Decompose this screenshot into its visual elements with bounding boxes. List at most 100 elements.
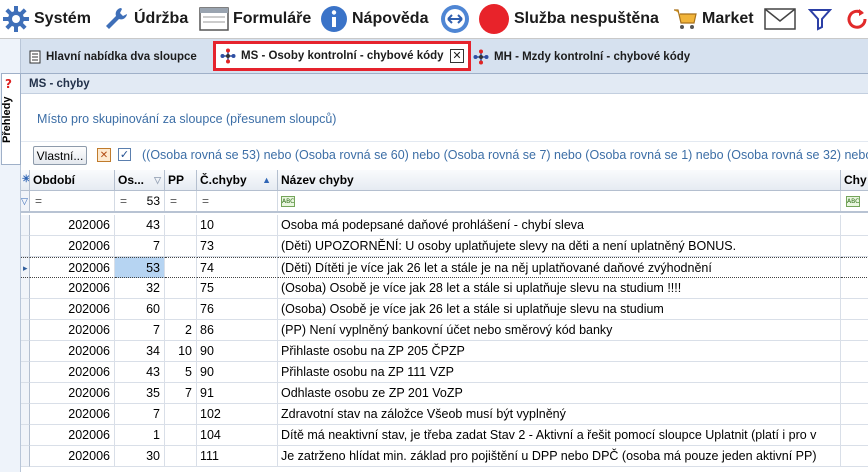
column-header-name[interactable]: Název chyby — [278, 170, 841, 191]
menu-formulare[interactable]: Formuláře — [199, 0, 311, 38]
menu-market[interactable]: Market — [672, 0, 754, 38]
cell-person[interactable]: 43 — [115, 215, 165, 236]
cell-person[interactable]: 32 — [115, 278, 165, 299]
cell-person[interactable]: 34 — [115, 341, 165, 362]
column-header-period[interactable]: Období — [30, 170, 115, 191]
cell-pp[interactable]: 5 — [165, 362, 197, 383]
menu-sluzba[interactable]: Služba nespuštěna — [478, 0, 659, 38]
cell-extra[interactable] — [841, 383, 868, 404]
column-header-code[interactable]: Č.chyby ▲ — [197, 170, 278, 191]
cell-period[interactable]: 202006 — [30, 320, 115, 341]
cell-name[interactable]: Zdravotní stav na záložce Všeob musí být… — [278, 404, 841, 425]
table-row[interactable]: 202006 34 10 90 Přihlaste osobu na ZP 205 ČP… — [21, 341, 868, 362]
close-tab-button[interactable]: ✕ — [450, 49, 464, 63]
column-filter-icon[interactable]: ▽ — [154, 170, 161, 190]
cell-extra[interactable] — [841, 299, 868, 320]
cell-pp[interactable] — [165, 404, 197, 425]
filter-cell-pp[interactable]: = — [165, 191, 197, 211]
cell-name[interactable]: (PP) Není vyplněný bankovní účet nebo sm… — [278, 320, 841, 341]
row-indicator[interactable] — [21, 341, 30, 362]
cell-pp[interactable]: 10 — [165, 341, 197, 362]
cell-period[interactable]: 202006 — [30, 404, 115, 425]
mail-button[interactable] — [764, 0, 796, 38]
column-header-extra[interactable]: Chy — [841, 170, 868, 191]
cell-code[interactable]: 91 — [197, 383, 278, 404]
cell-code[interactable]: 104 — [197, 425, 278, 446]
table-row[interactable]: 202006 60 76 (Osoba) Osobě je více jak 26 l… — [21, 299, 868, 320]
cell-period[interactable]: 202006 — [30, 446, 115, 467]
table-row[interactable]: 202006 43 10 Osoba má podepsané daňové proh… — [21, 215, 868, 236]
table-row[interactable]: 20200653 74(Děti) Dítěti je více jak 26 l… — [21, 257, 868, 278]
cell-pp[interactable] — [165, 236, 197, 257]
table-row[interactable]: 202006 32 75 (Osoba) Osobě je více jak 28 l… — [21, 278, 868, 299]
clear-filter-button[interactable]: ✕ — [97, 148, 111, 162]
row-indicator[interactable] — [21, 446, 30, 467]
table-row[interactable]: 202006 7 102 Zdravotní stav na záložce Všeo… — [21, 404, 868, 425]
cell-pp[interactable] — [165, 278, 197, 299]
cell-code[interactable]: 86 — [197, 320, 278, 341]
cell-pp[interactable] — [165, 215, 197, 236]
filter-cell-period[interactable]: = — [30, 191, 115, 211]
row-indicator[interactable] — [21, 299, 30, 320]
cell-pp[interactable] — [165, 257, 197, 278]
cell-pp[interactable] — [165, 446, 197, 467]
filter-cell-person[interactable]: = 53 — [115, 191, 165, 211]
custom-filter-button[interactable]: Vlastní... — [33, 146, 87, 165]
row-indicator[interactable] — [21, 320, 30, 341]
cell-person[interactable]: 7 — [115, 320, 165, 341]
cell-period[interactable]: 202006 — [30, 299, 115, 320]
cell-name[interactable]: Odhlaste osobu ze ZP 201 VoZP — [278, 383, 841, 404]
table-row[interactable]: 202006 7 73 (Děti) UPOZORNĚNÍ: U osoby upla… — [21, 236, 868, 257]
sync-button[interactable] — [440, 0, 470, 38]
cell-name[interactable]: (Osoba) Osobě je více jak 26 let a stále… — [278, 299, 841, 320]
cell-code[interactable]: 90 — [197, 362, 278, 383]
cell-period[interactable]: 202006 — [30, 383, 115, 404]
cell-person[interactable]: 30 — [115, 446, 165, 467]
filter-enabled-checkbox[interactable]: ✓ — [118, 148, 131, 161]
cell-pp[interactable]: 7 — [165, 383, 197, 404]
filter-expression[interactable]: ((Osoba rovná se 53) nebo (Osoba rovná s… — [142, 148, 868, 162]
cell-extra[interactable] — [841, 362, 868, 383]
cell-extra[interactable] — [841, 236, 868, 257]
cell-person[interactable]: 53 — [115, 257, 165, 278]
cell-pp[interactable] — [165, 299, 197, 320]
column-header-person[interactable]: Os... ▽ — [115, 170, 165, 191]
row-indicator[interactable] — [21, 257, 30, 278]
filter-cell-extra[interactable]: ABC — [841, 191, 868, 211]
cell-pp[interactable] — [165, 425, 197, 446]
menu-system[interactable]: Systém — [2, 0, 91, 38]
filter-cell-name[interactable]: ABC — [278, 191, 841, 211]
row-indicator[interactable] — [21, 362, 30, 383]
table-row[interactable]: 202006 30 111 Je zatrženo hlídat min. zákla… — [21, 446, 868, 467]
tab-hlavni-nabidka[interactable]: Hlavní nabídka dva sloupce — [29, 46, 197, 68]
cell-code[interactable]: 102 — [197, 404, 278, 425]
cell-code[interactable]: 10 — [197, 215, 278, 236]
cell-pp[interactable]: 2 — [165, 320, 197, 341]
cell-name[interactable]: Přihlaste osobu na ZP 205 ČPZP — [278, 341, 841, 362]
filter-button[interactable] — [808, 0, 832, 38]
cell-period[interactable]: 202006 — [30, 425, 115, 446]
table-row[interactable]: 202006 35 7 91 Odhlaste osobu ze ZP 201 VoZP — [21, 383, 868, 404]
cell-name[interactable]: (Osoba) Osobě je více jak 28 let a stále… — [278, 278, 841, 299]
cell-period[interactable]: 202006 — [30, 215, 115, 236]
cell-code[interactable]: 90 — [197, 341, 278, 362]
cell-period[interactable]: 202006 — [30, 257, 115, 278]
cell-period[interactable]: 202006 — [30, 278, 115, 299]
cell-name[interactable]: (Děti) Dítěti je více jak 26 let a stále… — [278, 257, 841, 278]
cell-extra[interactable] — [841, 257, 868, 278]
cell-extra[interactable] — [841, 446, 868, 467]
row-indicator[interactable] — [21, 383, 30, 404]
cell-person[interactable]: 1 — [115, 425, 165, 446]
cell-person[interactable]: 7 — [115, 236, 165, 257]
cell-extra[interactable] — [841, 341, 868, 362]
cell-person[interactable]: 43 — [115, 362, 165, 383]
cell-extra[interactable] — [841, 320, 868, 341]
cell-extra[interactable] — [841, 425, 868, 446]
cell-person[interactable]: 60 — [115, 299, 165, 320]
row-indicator-header[interactable]: ✳ — [21, 170, 30, 191]
cell-code[interactable]: 76 — [197, 299, 278, 320]
cell-name[interactable]: (Děti) UPOZORNĚNÍ: U osoby uplatňujete s… — [278, 236, 841, 257]
cell-person[interactable]: 35 — [115, 383, 165, 404]
cell-period[interactable]: 202006 — [30, 341, 115, 362]
menu-udrzba[interactable]: Údržba — [102, 0, 188, 38]
